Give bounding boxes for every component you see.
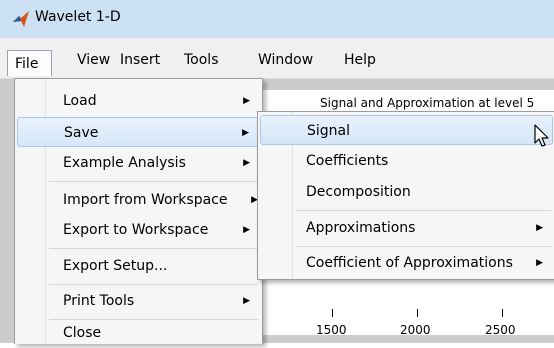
menu-separator — [49, 248, 258, 249]
submenu-arrow-icon: ▶ — [242, 128, 249, 138]
menu-item-label: Approximations — [306, 220, 416, 236]
menu-file[interactable]: File — [7, 50, 52, 76]
x-tick-label: 1500 — [316, 323, 347, 337]
menu-item-label: Export Setup... — [63, 258, 168, 274]
menu-item-label: Signal — [307, 123, 351, 139]
menu-item-label: Save — [64, 125, 99, 141]
menu-item-label: Decomposition — [306, 184, 411, 200]
submenu-arrow-icon: ▶ — [243, 158, 250, 168]
menu-item-coefficients[interactable]: Coefficients — [260, 146, 553, 176]
menu-separator — [296, 210, 551, 211]
matlab-logo-icon — [13, 11, 29, 27]
menu-item-example-analysis[interactable]: Example Analysis ▶ — [17, 148, 260, 178]
menu-item-export-to-workspace[interactable]: Export to Workspace ▶ — [17, 215, 260, 245]
menu-tools[interactable]: Tools — [184, 49, 219, 71]
x-tick-label: 2000 — [400, 323, 431, 337]
menu-separator — [49, 284, 258, 285]
menu-item-label: Coefficient of Approximations — [306, 255, 513, 271]
menu-item-label: Load — [63, 93, 97, 109]
menu-item-export-setup[interactable]: Export Setup... — [17, 251, 260, 281]
menu-item-save[interactable]: Save ▶ — [17, 117, 260, 147]
x-tick — [332, 309, 333, 317]
menu-item-print-tools[interactable]: Print Tools ▶ — [17, 286, 260, 316]
menu-item-approximations[interactable]: Approximations ▶ — [260, 213, 553, 243]
title-bar: Wavelet 1-D — [0, 0, 554, 38]
menu-separator — [296, 246, 551, 247]
menu-insert[interactable]: Insert — [120, 49, 160, 71]
menu-window[interactable]: Window — [258, 49, 313, 71]
menu-item-label: Export to Workspace — [63, 222, 209, 238]
submenu-arrow-icon: ▶ — [243, 296, 250, 306]
menu-item-label: Import from Workspace — [63, 192, 228, 208]
menu-item-label: Print Tools — [63, 293, 135, 309]
submenu-arrow-icon: ▶ — [243, 96, 250, 106]
submenu-arrow-icon: ▶ — [536, 223, 543, 233]
menu-item-import-from-workspace[interactable]: Import from Workspace ▶ — [17, 185, 260, 215]
mouse-pointer-icon — [534, 124, 549, 147]
submenu-arrow-icon: ▶ — [243, 225, 250, 235]
menu-bar: File View Insert Tools Window Help — [0, 38, 554, 79]
menu-item-coefficient-of-approximations[interactable]: Coefficient of Approximations ▶ — [260, 248, 553, 278]
menu-item-load[interactable]: Load ▶ — [17, 86, 260, 116]
file-menu: Load ▶ Save ▶ Example Analysis ▶ Import … — [14, 78, 263, 344]
menu-item-label: Close — [63, 325, 102, 341]
menu-help[interactable]: Help — [344, 49, 376, 71]
menu-item-label: Coefficients — [306, 153, 389, 169]
submenu-arrow-icon: ▶ — [536, 258, 543, 268]
menu-view[interactable]: View — [77, 49, 110, 71]
menu-item-signal[interactable]: Signal — [260, 115, 553, 145]
x-tick — [417, 309, 418, 317]
menu-separator — [49, 181, 258, 182]
x-tick — [502, 309, 503, 317]
window-title: Wavelet 1-D — [35, 9, 121, 25]
x-tick-label: 2500 — [485, 323, 516, 337]
save-submenu: Signal Coefficients Decomposition Approx… — [257, 111, 554, 280]
plot-title: Signal and Approximation at level 5 — [320, 96, 535, 110]
menu-item-label: Example Analysis — [63, 155, 186, 171]
menu-item-decomposition[interactable]: Decomposition — [260, 177, 553, 207]
menu-item-close[interactable]: Close — [17, 316, 260, 346]
